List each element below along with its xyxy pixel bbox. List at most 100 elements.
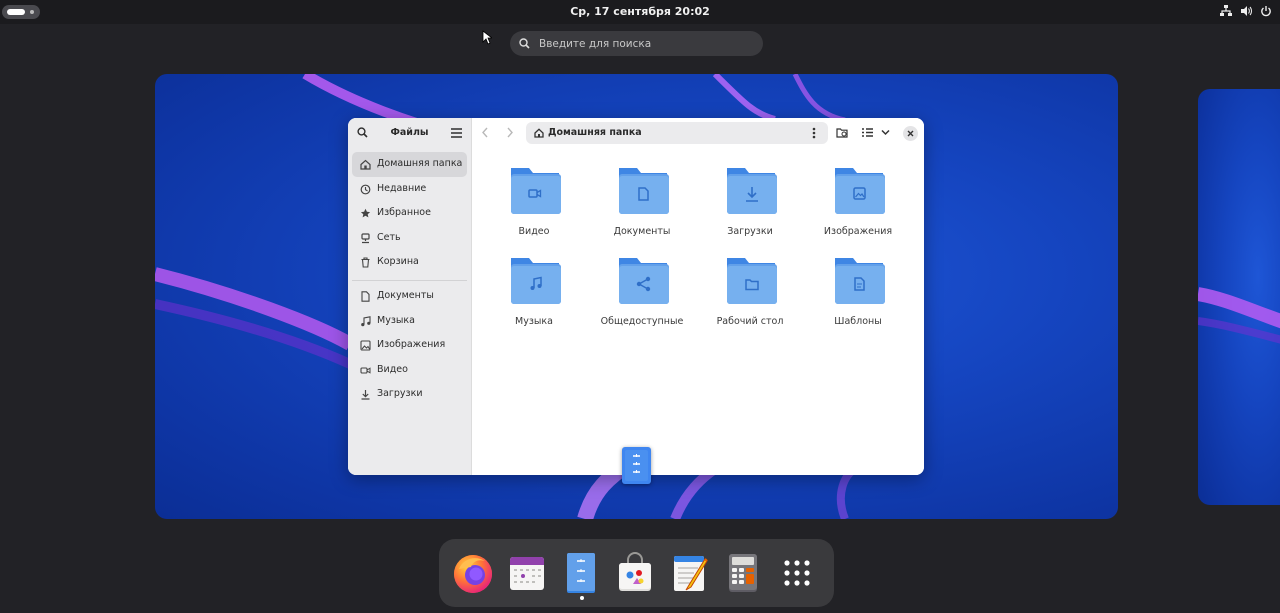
sidebar-item-videos[interactable]: Видео <box>352 358 467 383</box>
close-icon <box>907 130 914 137</box>
folder-item-music[interactable]: Музыка <box>480 254 588 334</box>
software-store-icon <box>619 552 651 591</box>
folder-item-pictures[interactable]: Изображения <box>804 164 912 244</box>
sidebar-item-starred[interactable]: Избранное <box>352 201 467 226</box>
top-bar: Ср, 17 сентября 20:02 <box>0 0 1280 24</box>
folder-item-documents[interactable]: Документы <box>588 164 696 244</box>
search-entry[interactable] <box>510 31 763 56</box>
document-icon <box>361 291 370 302</box>
running-indicator <box>580 596 584 600</box>
location-label: Домашняя папка <box>548 127 642 138</box>
folder-pictures-icon <box>835 168 885 214</box>
calendar-icon <box>510 557 544 590</box>
system-tray[interactable] <box>1220 5 1272 17</box>
sidebar-divider <box>352 279 467 281</box>
files-app-icon <box>625 450 648 481</box>
music-icon <box>361 315 371 326</box>
sidebar-list: Домашняя папка Недавние Избранное Сеть К… <box>352 152 467 407</box>
folder-name: Шаблоны <box>834 316 882 327</box>
sidebar-item-trash[interactable]: Корзина <box>352 250 467 275</box>
folder-public-share-icon <box>619 258 669 304</box>
calculator-icon <box>729 554 757 592</box>
folder-templates-icon <box>835 258 885 304</box>
folder-downloads-icon <box>727 168 777 214</box>
download-icon <box>361 390 370 400</box>
folder-name: Музыка <box>515 316 553 327</box>
sidebar-item-network[interactable]: Сеть <box>352 226 467 251</box>
folder-item-downloads[interactable]: Загрузки <box>696 164 804 244</box>
network-icon[interactable] <box>1220 5 1232 17</box>
folder-videos-icon <box>511 168 561 214</box>
dock <box>439 539 834 607</box>
folder-name: Загрузки <box>727 226 773 237</box>
folder-music-icon <box>511 258 561 304</box>
dock-show-apps[interactable] <box>775 551 819 595</box>
network-icon <box>361 233 370 243</box>
sidebar-item-home[interactable]: Домашняя папка <box>352 152 467 177</box>
workspace-thumbnail-next[interactable] <box>1198 89 1280 505</box>
folder-documents-icon <box>619 168 669 214</box>
search-icon <box>519 38 530 49</box>
list-view-icon[interactable] <box>862 127 873 138</box>
dock-files[interactable] <box>559 551 603 595</box>
new-folder-icon[interactable] <box>836 127 848 138</box>
sidebar-item-documents[interactable]: Документы <box>352 284 467 309</box>
hamburger-menu-icon[interactable] <box>451 128 462 138</box>
window-app-icon-files <box>622 447 651 484</box>
files-content: Домашняя папка Видео Документы Загрузки … <box>472 118 924 475</box>
sidebar-item-music[interactable]: Музыка <box>352 309 467 334</box>
dock-calendar[interactable] <box>505 551 549 595</box>
volume-icon[interactable] <box>1240 5 1252 17</box>
sidebar-item-label: Сеть <box>377 231 401 243</box>
sidebar-item-label: Загрузки <box>377 388 423 400</box>
dock-text-editor[interactable] <box>667 551 711 595</box>
sidebar-item-label: Недавние <box>377 182 427 194</box>
video-icon <box>360 367 371 374</box>
folder-name: Документы <box>613 226 671 237</box>
star-icon <box>360 208 371 218</box>
files-window[interactable]: Файлы Домашняя папка Недавние Избранное … <box>348 118 924 475</box>
close-button[interactable] <box>903 126 918 141</box>
home-icon <box>360 159 371 170</box>
sidebar-item-recent[interactable]: Недавние <box>352 177 467 202</box>
folder-item-desktop[interactable]: Рабочий стол <box>696 254 804 334</box>
folder-item-videos[interactable]: Видео <box>480 164 588 244</box>
dock-calculator[interactable] <box>721 551 765 595</box>
mouse-cursor-icon <box>482 30 492 45</box>
folder-desktop-icon <box>727 258 777 304</box>
header-bar: Домашняя папка <box>472 118 924 148</box>
location-bar[interactable]: Домашняя папка <box>526 122 828 144</box>
folder-name: Рабочий стол <box>716 316 784 327</box>
sidebar-item-label: Музыка <box>377 314 415 326</box>
clock-icon <box>360 184 371 194</box>
dock-firefox[interactable] <box>451 551 495 595</box>
sidebar-item-label: Изображения <box>377 339 446 351</box>
clock[interactable]: Ср, 17 сентября 20:02 <box>0 5 1280 18</box>
sidebar-item-label: Избранное <box>377 207 431 219</box>
folder-name: Общедоступные <box>600 316 684 327</box>
forward-arrow-icon[interactable] <box>506 127 514 138</box>
sidebar-item-pictures[interactable]: Изображения <box>352 333 467 358</box>
search-input[interactable] <box>537 33 756 55</box>
power-icon[interactable] <box>1260 5 1272 17</box>
sidebar-item-label: Корзина <box>377 256 419 268</box>
folder-item-templates[interactable]: Шаблоны <box>804 254 912 334</box>
more-options-icon[interactable] <box>812 127 816 139</box>
image-icon <box>360 340 371 351</box>
firefox-icon <box>454 555 492 593</box>
folder-name: Изображения <box>823 226 893 237</box>
sidebar-header: Файлы <box>348 118 471 148</box>
dock-software[interactable] <box>613 551 657 595</box>
chevron-down-icon[interactable] <box>881 129 890 136</box>
sidebar-item-label: Документы <box>377 289 434 301</box>
sidebar-item-label: Видео <box>377 363 408 375</box>
folder-item-public[interactable]: Общедоступные <box>588 254 696 334</box>
folder-name: Видео <box>518 226 550 237</box>
files-sidebar: Файлы Домашняя папка Недавние Избранное … <box>348 118 472 475</box>
trash-icon <box>361 257 370 268</box>
app-grid-icon <box>784 560 810 586</box>
back-arrow-icon[interactable] <box>481 127 489 138</box>
files-app-icon <box>567 553 595 593</box>
home-icon <box>534 128 544 138</box>
sidebar-item-downloads[interactable]: Загрузки <box>352 382 467 407</box>
